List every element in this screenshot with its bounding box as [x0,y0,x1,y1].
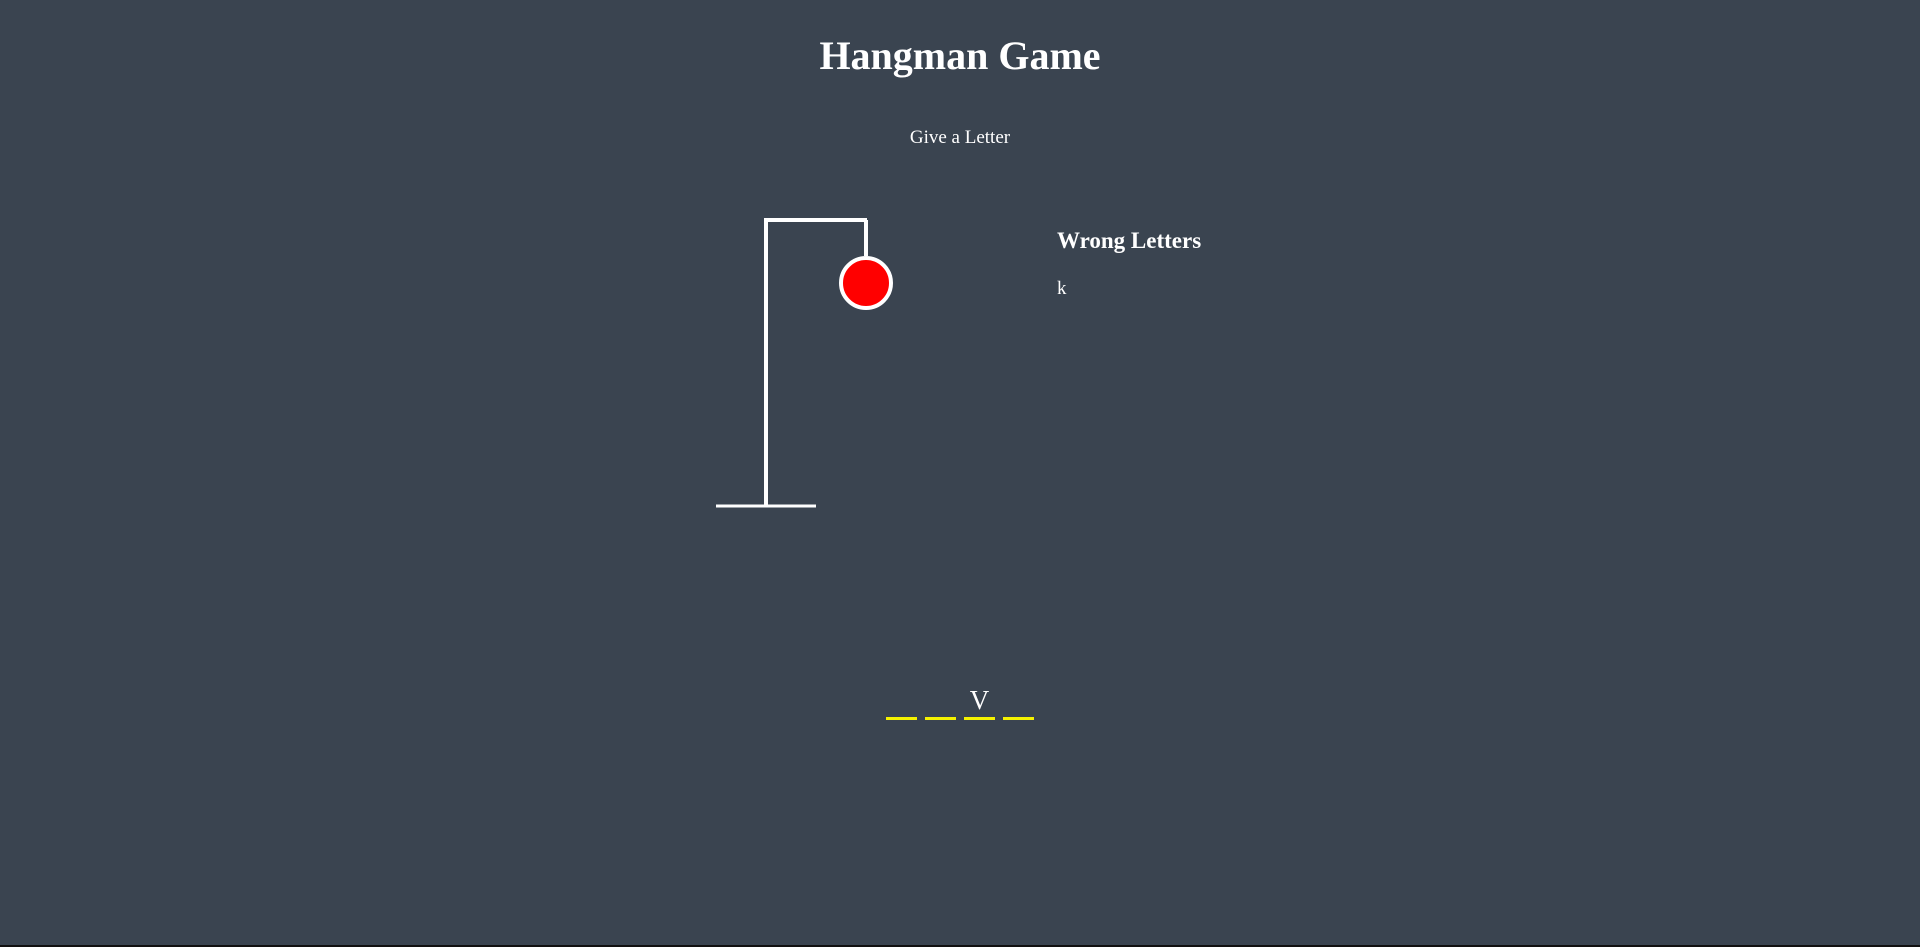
hangman-figure [716,218,893,508]
hangman-head [839,256,893,310]
page-title: Hangman Game [819,33,1101,78]
letter-slot [1003,680,1034,720]
game-page: Hangman Game Give a Letter Wrong Letters… [0,0,1920,947]
letter-slot [925,680,956,720]
wrong-letters-title: Wrong Letters [1057,228,1202,253]
word-display: V [0,680,1920,720]
letter-slot [886,680,917,720]
wrong-letters-panel: Wrong Letters k [1057,228,1201,300]
wrong-letters-list: k [1057,278,1067,299]
letter-prompt: Give a Letter [909,127,1011,148]
letter-slot: V [964,680,995,720]
